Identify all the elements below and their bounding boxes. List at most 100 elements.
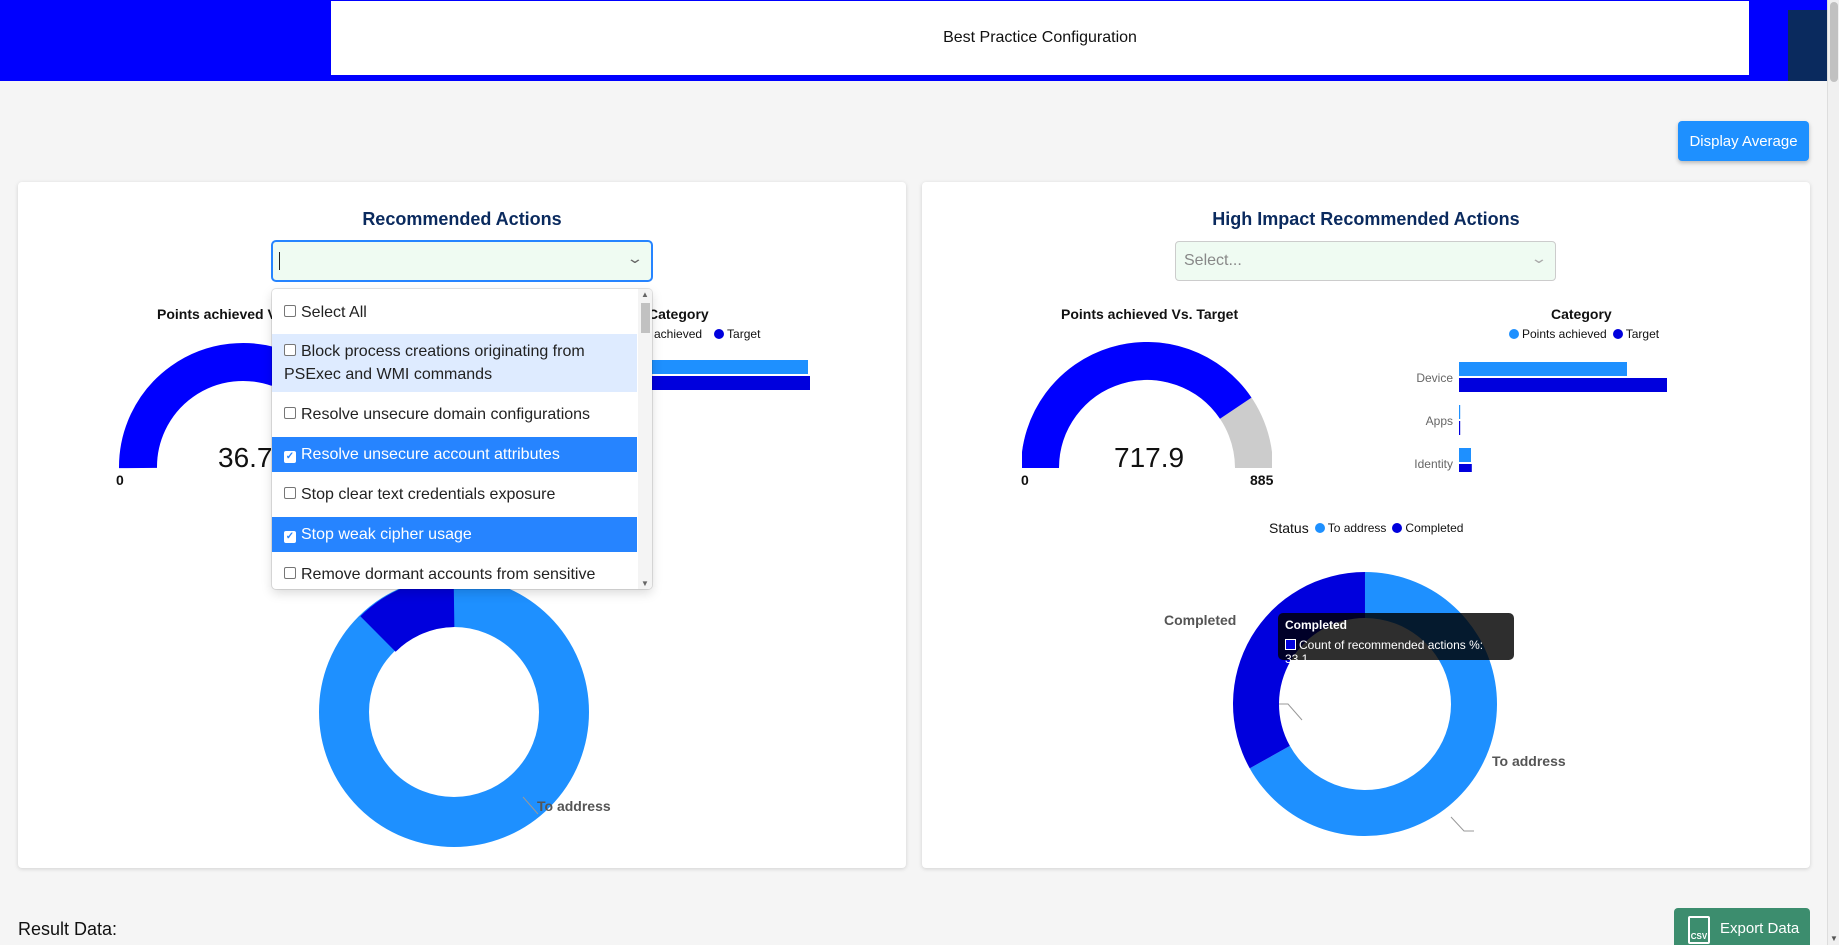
gauge-value: 36.7 [218,442,273,473]
donut-label-completed: Completed [1164,612,1237,628]
checkbox[interactable] [284,567,296,579]
donut-completed-slice [1233,572,1365,769]
recommended-actions-select[interactable]: ⌄ [272,241,652,281]
legend-item-points: Points achieved [1509,327,1607,341]
legend-points-label: Points achieved [1522,327,1607,341]
status-donut-chart [319,577,589,847]
legend-dot-target [1612,329,1623,339]
chart-tooltip: Completed Count of recommended actions %… [1278,613,1514,666]
card-title: High Impact Recommended Actions [1212,209,1520,229]
checkbox[interactable] [284,305,296,317]
category-tick-label: Device [1416,371,1453,385]
category-title: Category [1551,306,1612,322]
csv-file-icon: CSV [1688,916,1710,944]
donut-completed-leader [1279,703,1303,721]
menu-item-block-process[interactable]: Block process creations originating from… [272,334,637,392]
page-scrollbar[interactable]: ▼ [1827,0,1839,945]
chevron-down-icon[interactable]: ⌄ [1530,250,1548,267]
header-decoration-block-dark [1788,10,1827,81]
menu-item-label: Stop weak cipher usage [301,526,472,543]
menu-item-resolve-account[interactable]: ✓ Resolve unsecure account attributes [272,437,637,472]
donut-label-to-address: To address [537,798,611,814]
legend-to-address-label: To address [1327,521,1387,535]
checkbox[interactable] [284,487,296,499]
menu-item-label: Stop clear text credentials exposure [301,486,556,503]
donut-completed-slice [360,577,456,653]
category-bar-chart: Device Apps Identity [1414,362,1667,472]
bar-device-target [648,376,810,390]
menu-scrollbar-thumb[interactable] [641,303,650,333]
gauge-value: 717.9 [1114,442,1185,473]
legend-item-completed: Completed [1392,521,1463,535]
scroll-up-arrow-icon[interactable]: ▲ [641,290,649,299]
legend-completed-label: Completed [1405,521,1464,535]
category-bar [1459,378,1667,392]
menu-item-remove-dormant[interactable]: Remove dormant accounts from sensitive [272,557,637,589]
menu-item-label: Select All [301,304,367,321]
page-scrollbar-thumb[interactable] [1830,2,1838,82]
legend-dot-target [714,329,725,339]
checkbox-checked[interactable]: ✓ [284,451,296,463]
header-title-box: Best Practice Configuration [331,1,1749,75]
legend-item-to-address: To address [1314,521,1387,535]
export-label: Export Data [1720,919,1800,937]
legend-item-target: Target [1612,327,1660,341]
bar-device-points [648,360,808,374]
app-header: Best Practice Configuration [0,0,1827,81]
recommended-actions-menu[interactable]: Select All Block process creations origi… [272,289,652,589]
header-decoration-block [1749,40,1789,81]
menu-item-label: Resolve unsecure domain configurations [301,406,591,423]
checkbox-checked[interactable]: ✓ [284,531,296,543]
donut-to-address-slice [319,577,589,847]
menu-scrollbar[interactable]: ▲ ▼ [638,289,652,589]
gauge-max-label: 885 [1250,472,1274,488]
export-data-button[interactable]: CSV Export Data [1674,908,1810,945]
page-title: Best Practice Configuration [943,29,1137,46]
chevron-down-icon[interactable]: ⌄ [626,250,644,267]
select-placeholder: Select... [1184,252,1242,269]
menu-item-select-all[interactable]: Select All [272,295,637,330]
gauge-min-label: 0 [1021,472,1029,488]
category-legend: achieved Target [654,327,760,341]
tooltip-text: Count of recommended actions %: 33.1 [1285,638,1484,666]
gauge-min-label: 0 [116,472,124,488]
high-impact-actions-select[interactable]: Select... ⌄ [1175,241,1556,281]
legend-item-target: Target [714,327,760,341]
display-average-button[interactable]: Display Average [1678,121,1809,161]
legend-dot-points [1509,329,1519,339]
card-title: Recommended Actions [362,209,562,229]
category-title: Category [648,306,709,322]
tooltip-title: Completed [1285,618,1348,632]
category-bar [1459,464,1472,472]
result-data-label: Result Data: [18,919,118,939]
legend-dot-completed [1392,523,1403,533]
menu-item-stop-weak-cipher[interactable]: ✓ Stop weak cipher usage [272,517,637,552]
donut-to-address-leader [1450,816,1474,832]
high-impact-actions-card: High Impact Recommended Actions Select..… [922,182,1810,868]
checkbox[interactable] [284,407,296,419]
category-bar [1459,421,1461,435]
menu-item-stop-cleartext[interactable]: Stop clear text credentials exposure [272,477,637,512]
menu-item-label: Block process creations originating from… [284,343,585,383]
scroll-down-arrow-icon[interactable]: ▼ [641,579,649,588]
gauge-chart [118,343,278,469]
legend-target-label: Target [1625,327,1660,341]
category-bar [1459,405,1461,419]
legend-target-label: Target [727,327,761,341]
menu-item-label: Resolve unsecure account attributes [301,446,560,463]
text-cursor [279,252,280,270]
legend-item-points: achieved [654,327,703,341]
status-donut-chart [1233,572,1497,836]
gauge-title: Points achieved V [157,306,277,322]
category-tick-label: Apps [1426,414,1453,428]
category-tick-label: Identity [1414,457,1453,471]
tooltip-swatch [1285,639,1296,650]
tooltip-body: Count of recommended actions %: 33.1 [1285,638,1507,666]
legend-dot-to-address [1314,523,1325,533]
menu-item-resolve-domain[interactable]: Resolve unsecure domain configurations [272,397,637,432]
category-bar [1459,362,1627,376]
category-bar [1459,448,1471,462]
donut-label-to-address: To address [1492,753,1566,769]
checkbox[interactable] [284,344,296,356]
scroll-down-arrow-icon[interactable]: ▼ [1830,934,1838,943]
